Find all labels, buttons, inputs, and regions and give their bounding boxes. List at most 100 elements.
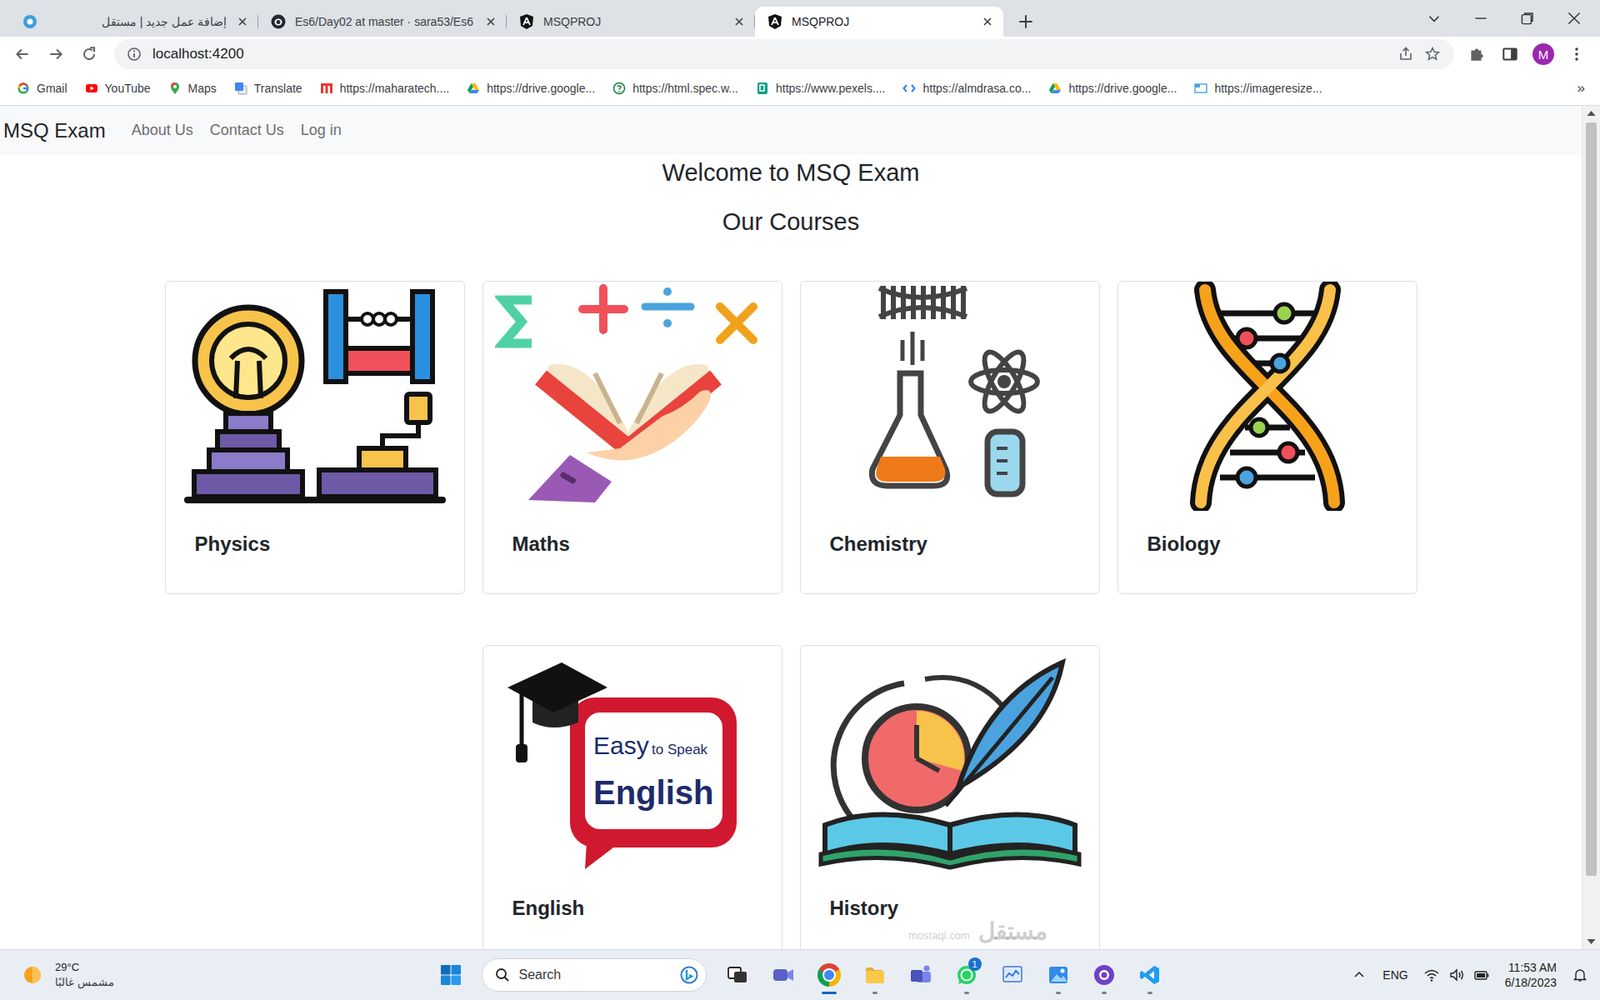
- monitor-icon: [1000, 963, 1025, 987]
- tab-title: MSQPROJ: [791, 15, 972, 29]
- taskbar-app[interactable]: [902, 954, 940, 996]
- chevron-down-icon[interactable]: [1425, 9, 1444, 28]
- scroll-down-icon[interactable]: [1582, 934, 1600, 950]
- course-title: Chemistry: [800, 510, 1100, 578]
- taskbar-app[interactable]: [1040, 954, 1077, 996]
- course-title: Biology: [1118, 510, 1417, 578]
- address-bar[interactable]: localhost:4200: [114, 39, 1455, 70]
- bookmark[interactable]: YouTube: [85, 81, 151, 95]
- pexels-icon: [755, 81, 770, 95]
- reload-button[interactable]: [75, 40, 104, 69]
- browser-tab[interactable]: إضافة عمل جديد | مستقل: [10, 6, 259, 37]
- taskbar-app[interactable]: 1: [948, 954, 985, 996]
- taskbar-app[interactable]: [1131, 954, 1169, 996]
- close-window-icon[interactable]: [1565, 9, 1584, 28]
- bookmark[interactable]: https://drive.google...: [466, 81, 595, 95]
- translate-icon: [234, 81, 248, 95]
- brand-link[interactable]: MSQ Exam: [3, 119, 106, 143]
- extensions-button[interactable]: [1462, 40, 1491, 69]
- bookmark-label: Translate: [254, 81, 303, 95]
- close-icon[interactable]: [483, 14, 499, 30]
- menu-button[interactable]: [1562, 40, 1591, 69]
- reload-icon: [80, 45, 99, 64]
- bookmark[interactable]: https://maharatech....: [320, 81, 450, 95]
- taskbar-app[interactable]: [994, 954, 1031, 996]
- close-icon[interactable]: [980, 14, 995, 30]
- taskbar-app[interactable]: [765, 954, 802, 996]
- taskbar-app[interactable]: [1085, 954, 1123, 996]
- taskbar-app[interactable]: [719, 954, 756, 996]
- notification-bell-icon[interactable]: [1571, 966, 1589, 984]
- tab-strip: إضافة عمل جديد | مستقلEs6/Day02 at maste…: [0, 0, 1600, 37]
- side-panel-button[interactable]: [1495, 40, 1525, 69]
- notification-badge: 1: [968, 957, 982, 971]
- github-icon: [1092, 963, 1116, 987]
- close-icon[interactable]: [731, 14, 747, 30]
- scroll-thumb[interactable]: [1585, 122, 1597, 876]
- nav-link[interactable]: Contact Us: [201, 121, 293, 140]
- course-card[interactable]: History: [800, 645, 1100, 950]
- course-card[interactable]: Easyto SpeakEnglishEnglish: [482, 645, 783, 950]
- taskbar-app[interactable]: [856, 954, 894, 996]
- page-scrollbar[interactable]: [1581, 105, 1600, 950]
- forward-button[interactable]: [41, 40, 70, 69]
- scroll-up-icon[interactable]: [1582, 105, 1600, 121]
- wifi-icon: [1423, 966, 1440, 984]
- running-indicator: [1147, 991, 1153, 995]
- biology-illustration-icon: [1130, 281, 1405, 511]
- taskbar-app[interactable]: [810, 954, 848, 996]
- bookmark[interactable]: https://html.spec.w...: [612, 81, 739, 95]
- restore-icon[interactable]: [1518, 9, 1537, 28]
- vscode-icon: [1138, 963, 1162, 987]
- taskbar-search[interactable]: Search: [481, 958, 707, 992]
- more-bookmarks-button[interactable]: »: [1577, 80, 1585, 97]
- puzzle-icon: [1467, 45, 1486, 64]
- start-button[interactable]: [432, 954, 470, 996]
- photos-icon: [1046, 963, 1070, 987]
- weather-widget[interactable]: 29°Cمشمس غالبًا: [20, 961, 115, 990]
- course-card[interactable]: Chemistry: [800, 280, 1100, 595]
- quick-settings[interactable]: [1423, 966, 1490, 984]
- bookmark[interactable]: Translate: [234, 81, 303, 95]
- github-icon: [270, 13, 287, 30]
- course-card[interactable]: Maths: [482, 280, 783, 595]
- star-icon[interactable]: [1424, 45, 1441, 63]
- share-icon[interactable]: [1397, 45, 1415, 63]
- search-placeholder: Search: [519, 967, 671, 983]
- weather-condition: مشمس غالبًا: [55, 976, 115, 990]
- bookmark[interactable]: Gmail: [16, 81, 68, 95]
- youtube-icon: [85, 81, 99, 95]
- watermark: mostaql.comمستقل: [908, 920, 1048, 944]
- language-indicator[interactable]: ENG: [1382, 968, 1408, 982]
- bookmark[interactable]: https://almdrasa.co...: [902, 81, 1031, 95]
- bookmark[interactable]: https://www.pexels....: [755, 81, 886, 95]
- nav-link[interactable]: About Us: [123, 121, 202, 140]
- browser-tab[interactable]: Es6/Day02 at master · sara53/Es6: [258, 6, 507, 37]
- plus-icon[interactable]: [1016, 12, 1035, 31]
- bookmark[interactable]: https://imageresize...: [1194, 81, 1322, 95]
- scroll-track[interactable]: [1582, 120, 1600, 935]
- bookmark[interactable]: Maps: [168, 81, 217, 95]
- course-title: Maths: [483, 510, 782, 578]
- chevron-up-icon[interactable]: [1350, 966, 1368, 984]
- back-button[interactable]: [8, 40, 37, 69]
- bookmark-label: https://almdrasa.co...: [922, 81, 1031, 95]
- url-text[interactable]: localhost:4200: [152, 45, 245, 63]
- minimize-icon[interactable]: [1471, 9, 1490, 28]
- svg-text:English: English: [593, 774, 714, 811]
- bookmark[interactable]: https://drive.google...: [1048, 81, 1177, 95]
- course-image: [800, 281, 1100, 511]
- course-card[interactable]: Physics: [165, 280, 465, 595]
- profile-button[interactable]: M: [1529, 40, 1558, 69]
- browser-tab[interactable]: MSQPROJ: [755, 6, 1004, 37]
- clock[interactable]: 11:53 AM6/18/2023: [1505, 960, 1557, 990]
- nav-link[interactable]: Log in: [292, 121, 350, 140]
- close-icon[interactable]: [235, 14, 250, 30]
- course-card[interactable]: Biology: [1117, 280, 1418, 595]
- running-indicator: [1101, 991, 1107, 995]
- bookmarks-bar: Gmail YouTube Maps Translate https://maharat…: [0, 71, 1600, 106]
- browser-tab[interactable]: MSQPROJ: [506, 6, 755, 37]
- course-image: [800, 645, 1100, 875]
- info-icon[interactable]: [125, 45, 143, 63]
- course-grid: Physics Maths Chemistry Biology Easyto Speak…: [165, 280, 1418, 950]
